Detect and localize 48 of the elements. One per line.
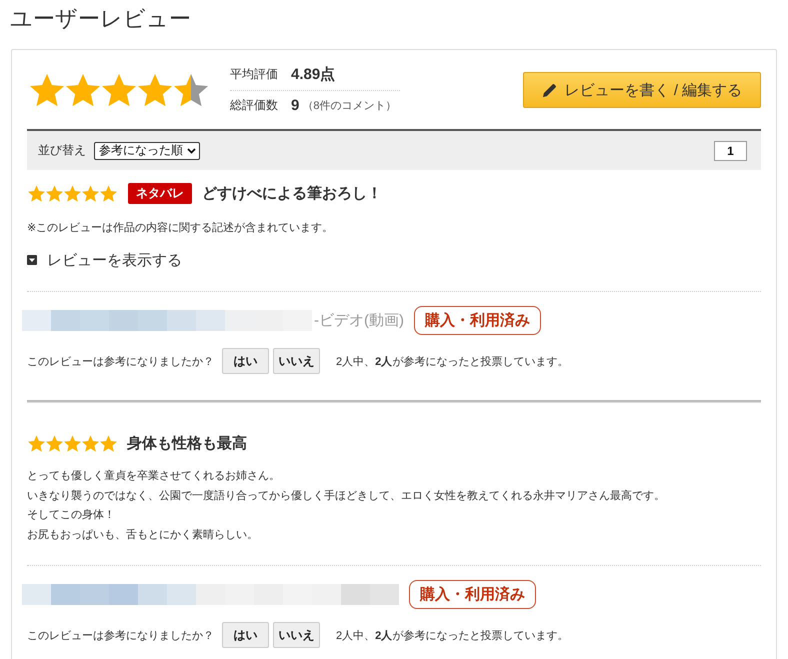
star-icon (100, 435, 117, 452)
vote-button[interactable]: はい (222, 622, 269, 648)
star-icon (82, 435, 99, 452)
star-icon (102, 73, 136, 107)
pencil-icon (542, 82, 557, 98)
page-button[interactable]: 1 (714, 140, 747, 160)
star-icon (28, 185, 45, 202)
spoiler-note: ※このレビューは作品の内容に関する記述が含まれています。 (27, 220, 334, 236)
spoiler-badge: ネタバレ (128, 183, 192, 204)
review-text-line: いきなり襲うのではなく、公園で一度語り合ってから優しく手ほどきして、エロく女性を教えてくれる永井マリアさん最高です。 (27, 488, 665, 504)
review-count: 9 (291, 97, 300, 114)
product-type: -ビデオ(動画) (314, 311, 404, 330)
review-text-line: そしてこの身体！ (27, 508, 115, 523)
page-title: ユーザーレビュー (9, 5, 191, 32)
purchased-badge: 購入・利用済み (409, 580, 536, 609)
star-icon (82, 185, 99, 202)
helpful-question: このレビューは参考になりましたか？ (27, 354, 214, 368)
review-text-line: とっても優しく童貞を卒業させてくれるお姉さん。 (27, 468, 280, 484)
review-text-line: お尻もおっぱいも、舌もとにかく素晴らしい。 (27, 528, 258, 542)
star-icon (46, 185, 63, 202)
vote-result: 2人中、2人が参考になったと投票しています。 (336, 628, 568, 642)
star-icon (138, 73, 172, 107)
star-icon (174, 73, 208, 107)
stat-label: 平均評価 (230, 66, 279, 83)
vote-result: 2人中、2人が参考になったと投票しています。 (336, 354, 568, 368)
show-review-toggle[interactable]: レビューを表示する (27, 249, 182, 271)
sort-label: 並び替え (38, 142, 86, 159)
stat-label: 総評価数 (230, 97, 279, 114)
helpful-question: このレビューは参考になりましたか？ (27, 628, 214, 642)
vote-button[interactable]: はい (222, 348, 269, 374)
average-rating: 4.89点 (291, 65, 336, 84)
chevron-down-icon (187, 148, 196, 154)
write-review-button[interactable]: レビューを書く / 編集する (523, 72, 761, 108)
star-icon (30, 73, 64, 107)
star-icon (100, 185, 117, 202)
vote-button[interactable]: いいえ (273, 622, 320, 648)
comment-count: （8件のコメント） (302, 99, 396, 113)
caret-down-icon (27, 255, 37, 265)
star-icon (66, 73, 100, 107)
star-icon (64, 185, 81, 202)
review-title: どすけべによる筆おろし！ (202, 184, 382, 203)
review-title: 身体も性格も最高 (127, 434, 247, 453)
vote-button[interactable]: いいえ (273, 348, 320, 374)
sort-select[interactable]: 参考になった順 (94, 142, 200, 160)
star-icon (46, 435, 63, 452)
purchased-badge: 購入・利用済み (414, 306, 541, 335)
star-icon (28, 435, 45, 452)
star-icon (64, 435, 81, 452)
